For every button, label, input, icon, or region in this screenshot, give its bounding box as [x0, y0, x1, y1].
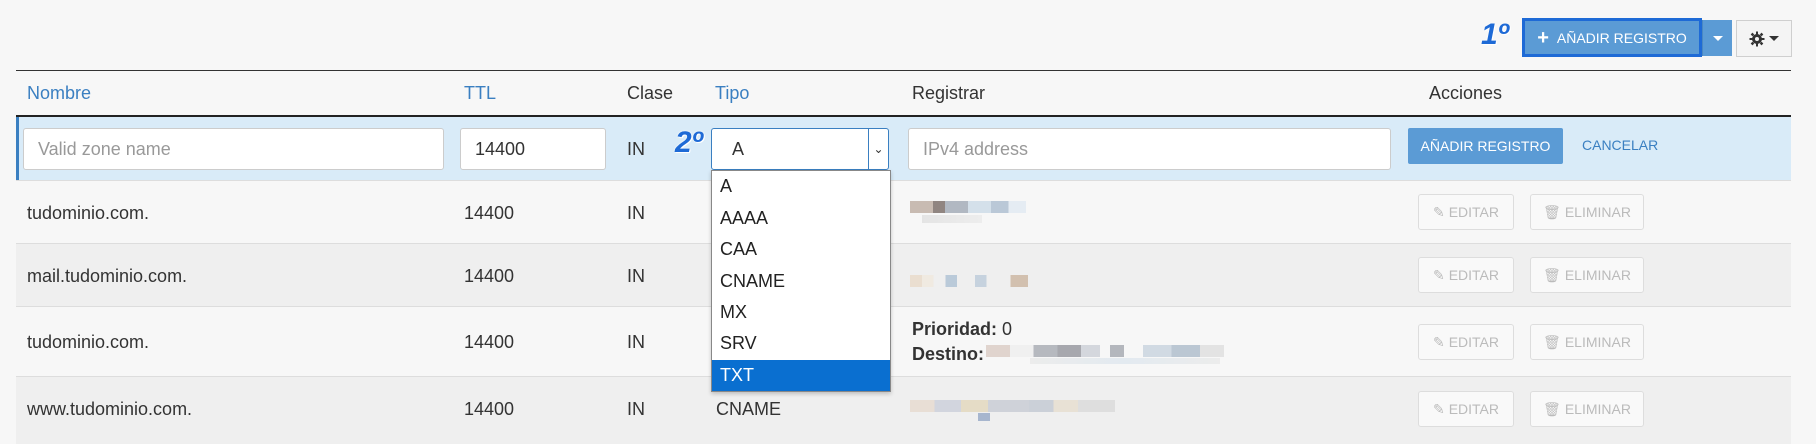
delete-button[interactable]: 🗑 ELIMINAR — [1530, 324, 1644, 360]
type-option-cname[interactable]: CNAME — [712, 266, 890, 297]
type-options-list: A AAAA CAA CNAME MX SRV TXT — [711, 170, 891, 392]
delete-label: ELIMINAR — [1564, 401, 1631, 417]
delete-button[interactable]: 🗑 ELIMINAR — [1530, 391, 1644, 427]
redacted-value — [910, 400, 1115, 412]
table-row — [16, 180, 1791, 243]
edit-button[interactable]: ✎ EDITAR — [1418, 257, 1514, 293]
edit-button[interactable]: ✎ EDITAR — [1418, 324, 1514, 360]
add-record-dropdown-toggle[interactable] — [1702, 20, 1732, 56]
pencil-icon: ✎ — [1432, 266, 1445, 283]
edit-label: EDITAR — [1448, 267, 1500, 283]
row-name: www.tudominio.com. — [27, 399, 193, 419]
row-class: IN — [627, 332, 645, 352]
table-row — [16, 306, 1791, 376]
chevron-down-icon — [1769, 36, 1779, 41]
name-input[interactable]: Valid zone name — [23, 128, 444, 170]
save-record-button[interactable]: AÑADIR REGISTRO — [1408, 128, 1563, 164]
row-class: IN — [627, 399, 645, 419]
row-type: CNAME — [716, 399, 782, 419]
row-class: IN — [627, 266, 645, 286]
mx-destination: Destino: — [912, 344, 984, 365]
gear-icon — [1749, 31, 1765, 46]
destination-label: Destino: — [912, 344, 984, 364]
chevron-down-icon: ⌄ — [868, 129, 888, 169]
table-row — [16, 243, 1791, 306]
edit-button[interactable]: ✎ EDITAR — [1418, 391, 1514, 427]
edit-label: EDITAR — [1448, 334, 1500, 350]
row-ttl: 14400 — [464, 332, 515, 352]
type-option-srv[interactable]: SRV — [712, 328, 890, 359]
redacted-value — [978, 413, 990, 421]
delete-label: ELIMINAR — [1564, 204, 1631, 220]
redacted-value — [910, 201, 1026, 213]
type-option-a[interactable]: A — [712, 171, 890, 202]
pencil-icon: ✎ — [1432, 400, 1445, 417]
trash-icon: 🗑 — [1543, 203, 1561, 220]
row-ttl: 14400 — [464, 266, 515, 286]
edit-button[interactable]: ✎ EDITAR — [1418, 194, 1514, 230]
step-marker-2: 2º — [675, 126, 703, 159]
type-option-aaaa[interactable]: AAAA — [712, 203, 890, 234]
header-registrar: Registrar — [912, 83, 986, 103]
header-ttl[interactable]: TTL — [464, 83, 496, 104]
redacted-value — [986, 345, 1224, 357]
plus-icon: + — [1537, 26, 1549, 49]
add-record-label: AÑADIR REGISTRO — [1556, 29, 1687, 46]
row-ttl: 14400 — [464, 399, 515, 419]
priority-value: 0 — [1002, 319, 1013, 339]
delete-label: ELIMINAR — [1564, 267, 1631, 283]
delete-button[interactable]: 🗑 ELIMINAR — [1530, 194, 1644, 230]
class-value: IN — [627, 139, 645, 159]
cancel-link[interactable]: CANCELAR — [1582, 137, 1658, 153]
type-option-txt[interactable]: TXT — [712, 360, 890, 391]
ttl-input[interactable]: 14400 — [460, 128, 606, 170]
type-select[interactable]: A ⌄ — [711, 128, 889, 170]
type-select-value: A — [732, 138, 745, 159]
record-value-input[interactable]: IPv4 address — [908, 128, 1391, 170]
pencil-icon: ✎ — [1432, 333, 1445, 350]
delete-button[interactable]: 🗑 ELIMINAR — [1530, 257, 1644, 293]
row-name: tudominio.com. — [27, 203, 150, 223]
row-name: tudominio.com. — [27, 332, 150, 352]
row-name: mail.tudominio.com. — [27, 266, 188, 286]
type-option-caa[interactable]: CAA — [712, 234, 890, 265]
mx-priority: Prioridad: 0 — [912, 319, 1012, 340]
header-tipo[interactable]: Tipo — [715, 83, 749, 104]
header-nombre[interactable]: Nombre — [27, 83, 91, 104]
table-top-border — [16, 70, 1791, 71]
chevron-down-icon — [1712, 35, 1723, 41]
edit-label: EDITAR — [1448, 401, 1500, 417]
redacted-value — [1030, 358, 1220, 364]
trash-icon: 🗑 — [1543, 266, 1561, 283]
delete-label: ELIMINAR — [1564, 334, 1631, 350]
header-acciones: Acciones — [1429, 83, 1503, 103]
type-option-mx[interactable]: MX — [712, 297, 890, 328]
add-record-button[interactable]: + AÑADIR REGISTRO — [1522, 18, 1702, 57]
header-clase: Clase — [627, 83, 674, 103]
redacted-value — [910, 275, 1028, 287]
step-marker-1: 1º — [1481, 18, 1509, 51]
settings-menu-button[interactable] — [1736, 20, 1792, 57]
edit-label: EDITAR — [1448, 204, 1500, 220]
row-ttl: 14400 — [464, 203, 515, 223]
trash-icon: 🗑 — [1543, 400, 1561, 417]
table-row — [16, 376, 1791, 444]
row-class: IN — [627, 203, 645, 223]
priority-label: Prioridad: — [912, 319, 998, 339]
redacted-value — [922, 215, 982, 223]
trash-icon: 🗑 — [1543, 333, 1561, 350]
pencil-icon: ✎ — [1432, 203, 1445, 220]
dns-records-page: 1º + AÑADIR REGISTRO Nombre TTL Clase Ti… — [0, 0, 1816, 444]
